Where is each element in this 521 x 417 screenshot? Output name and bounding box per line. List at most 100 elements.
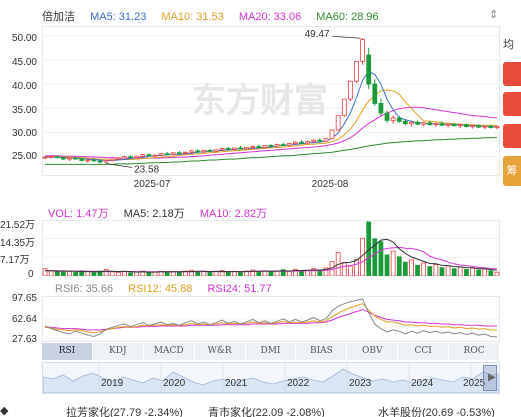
candle	[140, 154, 146, 157]
candle	[54, 156, 60, 159]
candle	[73, 157, 78, 160]
candle	[91, 159, 97, 162]
candle	[286, 143, 292, 146]
volume-bar	[128, 272, 133, 276]
candle	[421, 122, 427, 125]
side-ma-label[interactable]: 均线	[503, 36, 521, 50]
time-navigator[interactable]: 2019 2020 2021 2022 2023 2024 2025	[42, 362, 500, 394]
legend-rsi24: RSI24: 51.77	[207, 283, 272, 295]
candle	[183, 151, 188, 154]
low-label: 23.58	[134, 165, 159, 176]
volume-bar	[195, 271, 201, 276]
volume-bar	[268, 271, 274, 276]
scroll-right-icon[interactable]: ▶	[488, 372, 496, 383]
tab-obv[interactable]: OBV	[347, 343, 399, 360]
candle	[219, 148, 225, 151]
related-stock-2[interactable]: 青市家化(22.09 -2.08%)	[208, 404, 325, 417]
candle	[256, 146, 262, 148]
candle	[213, 149, 219, 152]
nav-year: 2021	[225, 378, 248, 389]
candle	[134, 155, 140, 159]
volume-chart[interactable]	[42, 220, 500, 276]
rsi-chart[interactable]	[42, 296, 500, 342]
volume-bar	[207, 271, 213, 276]
side-chip-label[interactable]: 筹	[503, 156, 521, 186]
rsi-y-tick: 97.65	[11, 293, 37, 304]
legend-ma60: MA60: 28.96	[316, 11, 379, 23]
volume-bar	[476, 269, 482, 276]
tab-dmi[interactable]: DMI	[246, 343, 297, 360]
tab-cci[interactable]: CCI	[398, 343, 450, 360]
price-chart[interactable]: 东方财富 49.47 23.58	[42, 26, 500, 176]
candle	[146, 154, 152, 157]
candle	[67, 157, 72, 160]
candle	[476, 125, 482, 128]
volume-bar	[390, 250, 396, 276]
y-tick: 35.00	[11, 105, 37, 116]
candle	[396, 117, 402, 122]
volume-bar	[433, 264, 439, 276]
candle	[225, 148, 231, 150]
tab-macd[interactable]: MACD	[144, 343, 195, 360]
related-stock-3[interactable]: 水羊股份(20.69 -0.53%)	[378, 404, 495, 417]
candle	[122, 156, 127, 159]
related-stock-1[interactable]: 拉芳家化(27.79 -2.34%)	[66, 404, 183, 417]
rsi-y-tick: 62.64	[11, 314, 37, 325]
candle	[244, 147, 249, 150]
side-button-3[interactable]	[503, 124, 521, 148]
volume-bar	[134, 271, 140, 276]
candle	[384, 112, 390, 121]
candle	[482, 125, 488, 128]
candle	[152, 154, 158, 157]
side-button-1[interactable]	[503, 62, 521, 86]
volume-bar	[439, 267, 445, 276]
volume-bar	[54, 271, 60, 276]
y-tick: 25.00	[11, 151, 37, 162]
volume-bar	[427, 266, 433, 276]
volume-bar	[225, 271, 231, 276]
candle	[335, 115, 341, 131]
volume-bar	[317, 270, 323, 276]
rsi-y-tick: 27.63	[11, 334, 37, 345]
candle	[378, 103, 384, 114]
settings-arrow-icon[interactable]: ⇕	[489, 8, 498, 21]
candle	[470, 125, 475, 128]
candle	[323, 138, 329, 142]
candle	[231, 147, 237, 150]
candle	[299, 141, 304, 144]
vol-y-tick: 0	[28, 269, 34, 280]
vol-y-tick: 21.52万	[0, 220, 36, 231]
candle	[329, 129, 335, 140]
side-button-2[interactable]	[503, 92, 521, 116]
candle	[317, 139, 323, 142]
x-tick: 2025-08	[311, 179, 349, 190]
volume-bar	[213, 271, 219, 276]
candle	[390, 117, 396, 121]
legend-rsi6: RSI6: 35.66	[55, 283, 114, 295]
volume-bar	[67, 270, 72, 276]
tab-kdj[interactable]: KDJ	[93, 343, 144, 360]
volume-bar	[470, 267, 475, 276]
volume-bar	[238, 271, 243, 276]
volume-bar	[164, 271, 170, 276]
volume-bar	[286, 270, 292, 276]
volume-bar	[409, 259, 414, 276]
volume-bar	[146, 272, 152, 276]
tab-wr[interactable]: W&R	[195, 343, 246, 360]
vol-y-tick: 14.35万	[0, 238, 36, 249]
tab-roc[interactable]: ROC	[449, 343, 501, 360]
legend-rsi12: RSI12: 45.88	[128, 283, 193, 295]
candle	[445, 123, 451, 126]
candle	[60, 157, 66, 160]
candle	[85, 159, 91, 162]
rsi12-line	[45, 303, 497, 334]
candle	[366, 54, 372, 85]
legend-ma5: MA5: 31.23	[90, 11, 147, 23]
candle	[48, 156, 54, 159]
tab-bias[interactable]: BIAS	[296, 343, 348, 360]
tab-rsi[interactable]: RSI	[42, 343, 93, 360]
volume-bar	[177, 271, 182, 276]
candle	[464, 124, 469, 128]
legend-vol: VOL: 1.47万	[48, 208, 109, 220]
volume-bar	[415, 264, 420, 276]
